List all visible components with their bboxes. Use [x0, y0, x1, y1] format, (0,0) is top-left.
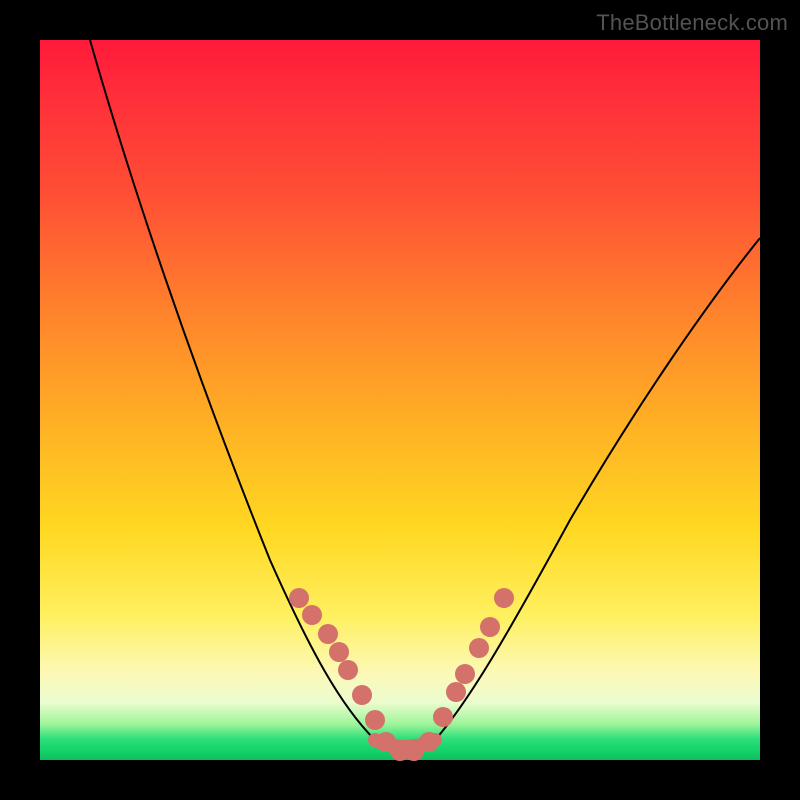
bottleneck-curve-right: [435, 238, 760, 740]
bead: [318, 624, 338, 644]
bead: [480, 617, 500, 637]
bead: [419, 732, 439, 752]
bead: [433, 707, 453, 727]
bead: [302, 605, 322, 625]
bead: [494, 588, 514, 608]
bead: [455, 664, 475, 684]
bead: [446, 682, 466, 702]
bead: [289, 588, 309, 608]
bead: [329, 642, 349, 662]
bead: [352, 685, 372, 705]
bead: [338, 660, 358, 680]
bead: [469, 638, 489, 658]
bead-group: [289, 588, 514, 761]
bead: [365, 710, 385, 730]
plot-area: [40, 40, 760, 760]
watermark-text: TheBottleneck.com: [596, 10, 788, 36]
chart-frame: TheBottleneck.com: [0, 0, 800, 800]
curve-layer: [40, 40, 760, 760]
